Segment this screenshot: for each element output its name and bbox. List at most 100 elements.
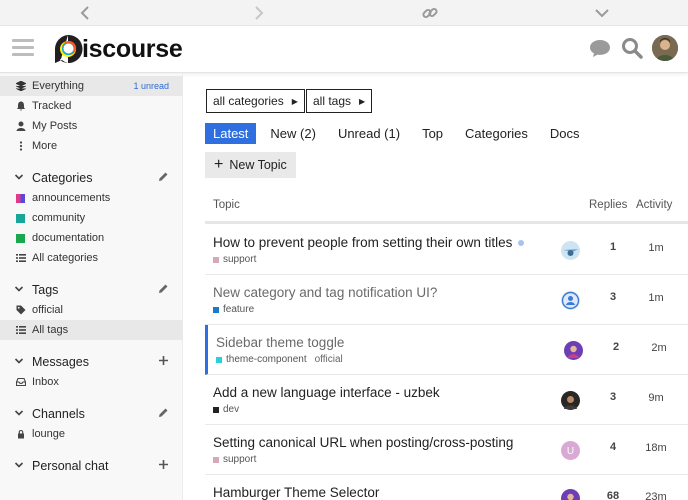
category-badge[interactable]: feature bbox=[223, 304, 254, 315]
pencil-icon[interactable] bbox=[158, 407, 169, 421]
svg-text:U: U bbox=[567, 446, 574, 457]
sidebar-item-all-categories[interactable]: All categories bbox=[0, 248, 183, 268]
sidebar-section-categories[interactable]: Categories bbox=[0, 168, 183, 188]
user-avatar[interactable] bbox=[652, 35, 678, 61]
sidebar-item-label: Everything bbox=[32, 80, 84, 92]
activity-time[interactable]: 1m bbox=[641, 292, 671, 304]
tab-unread[interactable]: Unread (1) bbox=[330, 123, 408, 144]
poster-avatar[interactable] bbox=[561, 391, 580, 410]
reply-count: 1 bbox=[609, 241, 617, 253]
category-badge[interactable]: theme-component bbox=[226, 354, 307, 365]
reply-count: 3 bbox=[609, 391, 617, 403]
tag-icon bbox=[16, 305, 26, 315]
tab-categories[interactable]: Categories bbox=[457, 123, 536, 144]
sidebar-item-channel-lounge[interactable]: lounge bbox=[0, 424, 183, 444]
back-chevron-icon[interactable] bbox=[76, 3, 96, 23]
tab-new[interactable]: New (2) bbox=[262, 123, 324, 144]
poster-avatar[interactable] bbox=[561, 291, 580, 310]
chevron-down-icon bbox=[14, 284, 24, 296]
sidebar-item-tracked[interactable]: Tracked bbox=[0, 96, 183, 116]
site-logo[interactable]: iscourse bbox=[52, 32, 183, 66]
table-row[interactable]: How to prevent people from setting their… bbox=[205, 225, 688, 275]
category-badge[interactable]: dev bbox=[223, 404, 239, 415]
column-header-activity[interactable]: Activity bbox=[636, 199, 672, 211]
reply-count: 3 bbox=[609, 291, 617, 303]
sidebar-section-tags[interactable]: Tags bbox=[0, 280, 183, 300]
category-color-swatch bbox=[213, 306, 219, 313]
search-icon[interactable] bbox=[620, 36, 644, 60]
poster-avatar[interactable] bbox=[564, 341, 583, 360]
category-filter-dropdown[interactable]: all categories ▶ bbox=[206, 89, 305, 113]
activity-time[interactable]: 9m bbox=[641, 392, 671, 404]
section-title: Messages bbox=[32, 355, 89, 369]
topic-title-link[interactable]: Setting canonical URL when posting/cross… bbox=[213, 435, 513, 450]
sidebar: Everything 1 unread Tracked My Posts Mor… bbox=[0, 74, 183, 500]
table-row[interactable]: Setting canonical URL when posting/cross… bbox=[205, 425, 688, 475]
table-row[interactable]: Hamburger Theme Selector 68 23m bbox=[205, 475, 688, 500]
forward-chevron-icon[interactable] bbox=[248, 3, 268, 23]
poster-avatar[interactable] bbox=[561, 241, 580, 260]
pencil-icon[interactable] bbox=[158, 171, 169, 185]
sidebar-item-all-tags[interactable]: All tags bbox=[0, 320, 183, 340]
new-topic-button[interactable]: + New Topic bbox=[205, 152, 296, 178]
sidebar-item-documentation[interactable]: documentation bbox=[0, 228, 183, 248]
topic-meta: dev bbox=[213, 404, 239, 415]
table-row[interactable]: Sidebar theme toggle theme-component offi… bbox=[205, 325, 688, 375]
tab-top[interactable]: Top bbox=[414, 123, 451, 144]
activity-time[interactable]: 1m bbox=[641, 242, 671, 254]
tag-filter-dropdown[interactable]: all tags ▶ bbox=[306, 89, 373, 113]
topic-table-header: Topic Replies Activity bbox=[205, 192, 688, 224]
dropdown-label: all tags bbox=[313, 94, 352, 108]
poster-avatar[interactable]: U bbox=[561, 441, 580, 460]
column-header-topic[interactable]: Topic bbox=[213, 199, 240, 211]
category-badge[interactable]: support bbox=[223, 254, 256, 265]
pencil-icon[interactable] bbox=[158, 283, 169, 297]
sidebar-item-tag-official[interactable]: official bbox=[0, 300, 183, 320]
unread-badge: 1 unread bbox=[133, 81, 169, 91]
sidebar-item-announcements[interactable]: announcements bbox=[0, 188, 183, 208]
tab-latest[interactable]: Latest bbox=[205, 122, 257, 144]
sidebar-section-messages[interactable]: Messages bbox=[0, 352, 183, 372]
activity-time[interactable]: 2m bbox=[644, 342, 674, 354]
topic-title-link[interactable]: Sidebar theme toggle bbox=[216, 335, 344, 350]
chevron-down-icon bbox=[14, 460, 24, 472]
chevron-down-icon[interactable] bbox=[592, 3, 612, 23]
sidebar-item-more[interactable]: More bbox=[0, 136, 183, 156]
category-color-swatch bbox=[16, 213, 25, 223]
table-row[interactable]: Add a new language interface - uzbek dev… bbox=[205, 375, 688, 425]
poster-avatar[interactable] bbox=[561, 489, 580, 500]
category-color-swatch bbox=[16, 193, 25, 203]
activity-time[interactable]: 18m bbox=[641, 442, 671, 454]
topic-title-link[interactable]: Add a new language interface - uzbek bbox=[213, 385, 440, 400]
topic-title-link[interactable]: New category and tag notification UI? bbox=[213, 285, 437, 300]
topic-nav-tabs: Latest New (2) Unread (1) Top Categories… bbox=[205, 122, 594, 144]
column-header-replies[interactable]: Replies bbox=[589, 199, 627, 211]
tab-docs[interactable]: Docs bbox=[542, 123, 588, 144]
category-badge[interactable]: support bbox=[223, 454, 256, 465]
button-label: New Topic bbox=[229, 158, 287, 172]
lock-icon bbox=[16, 429, 26, 439]
sidebar-section-personal-chat[interactable]: Personal chat bbox=[0, 456, 183, 476]
sidebar-item-everything[interactable]: Everything 1 unread bbox=[0, 76, 183, 96]
sidebar-item-inbox[interactable]: Inbox bbox=[0, 372, 183, 392]
link-icon[interactable] bbox=[420, 3, 440, 23]
topic-tag[interactable]: official bbox=[315, 354, 343, 365]
caret-right-icon: ▶ bbox=[359, 96, 366, 106]
dropdown-label: all categories bbox=[213, 94, 284, 108]
plus-icon[interactable] bbox=[158, 459, 169, 473]
user-icon bbox=[16, 121, 26, 131]
chat-bubble-icon[interactable] bbox=[588, 36, 612, 60]
plus-icon[interactable] bbox=[158, 355, 169, 369]
sidebar-section-channels[interactable]: Channels bbox=[0, 404, 183, 424]
topic-title-link[interactable]: How to prevent people from setting their… bbox=[213, 235, 525, 250]
reply-count: 68 bbox=[606, 490, 620, 500]
topic-title-link[interactable]: Hamburger Theme Selector bbox=[213, 485, 379, 500]
category-color-swatch bbox=[216, 356, 222, 363]
sidebar-item-label: documentation bbox=[32, 232, 105, 244]
table-row[interactable]: New category and tag notification UI? fe… bbox=[205, 275, 688, 325]
sidebar-item-community[interactable]: community bbox=[0, 208, 183, 228]
hamburger-menu-icon[interactable] bbox=[12, 39, 34, 57]
reply-count: 2 bbox=[612, 341, 620, 353]
sidebar-item-my-posts[interactable]: My Posts bbox=[0, 116, 183, 136]
activity-time[interactable]: 23m bbox=[641, 491, 671, 500]
